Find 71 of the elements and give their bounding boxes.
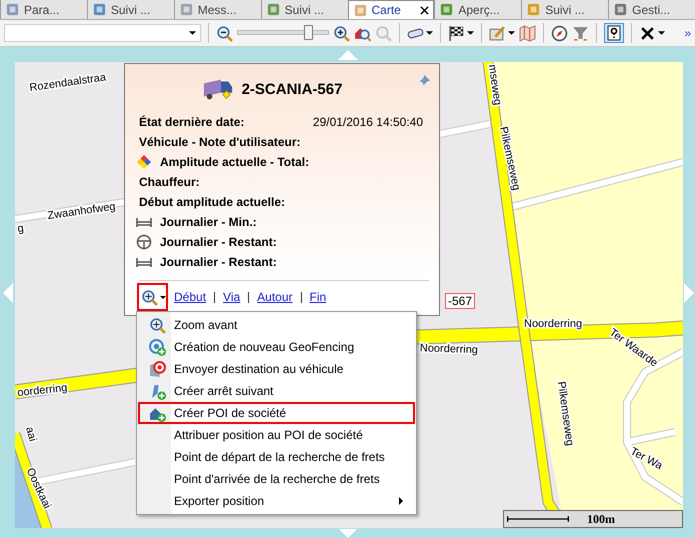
tab[interactable]: Carte xyxy=(348,0,434,19)
street-label: Noorderring xyxy=(420,342,478,356)
route-link[interactable]: Autour xyxy=(257,290,293,304)
vehicle-label[interactable]: -567 xyxy=(445,293,476,309)
menu-item[interactable]: Envoyer destination au véhicule xyxy=(138,358,415,380)
route-link[interactable]: Via xyxy=(223,290,240,304)
field-label: Début amplitude actuelle: xyxy=(139,195,286,209)
street-label: g xyxy=(16,222,24,236)
menu-item[interactable]: Création de nouveau GeoFencing xyxy=(138,336,415,358)
street-label: mseweg xyxy=(486,64,504,106)
field-label: Journalier - Min.: xyxy=(160,215,257,229)
funnel-icon[interactable] xyxy=(572,24,589,42)
caret-icon[interactable] xyxy=(426,31,433,35)
field-label: État dernière date: xyxy=(139,115,244,129)
zoom-dropdown-button[interactable] xyxy=(137,283,168,311)
vehicle-title: 2-SCANIA-567 xyxy=(242,80,342,98)
zoom-out-icon[interactable] xyxy=(216,24,233,42)
zoom-icon xyxy=(141,288,158,306)
field-label: Véhicule - Note d'utilisateur: xyxy=(139,135,301,149)
help-icon xyxy=(606,25,622,41)
field-value: 29/01/2016 14:50:40 xyxy=(312,115,423,129)
street-label: oorderring xyxy=(16,382,68,400)
menu-item[interactable]: Créer arrêt suivant xyxy=(138,380,415,402)
target-plus-icon xyxy=(148,338,166,356)
menu-item[interactable]: Exporter position xyxy=(138,490,415,512)
field-label: Journalier - Restant: xyxy=(160,235,277,249)
tab[interactable]: Gesti... xyxy=(608,0,695,19)
scale-label: 100m xyxy=(587,512,615,526)
street-label: aai xyxy=(23,426,39,443)
checkered-flag-icon[interactable] xyxy=(448,24,465,42)
tab[interactable]: Mess... xyxy=(174,0,261,19)
menu-item[interactable]: Point d'arrivée de la recherche de frets xyxy=(138,468,415,490)
submenu-arrow-icon xyxy=(399,497,403,505)
street-label: Ter Wa xyxy=(628,445,664,472)
zoom-slider[interactable] xyxy=(237,23,329,43)
street-label: Rozendaalstraa xyxy=(28,72,107,94)
field-label: Journalier - Restant: xyxy=(160,255,277,269)
close-icon[interactable] xyxy=(639,24,656,42)
close-icon[interactable] xyxy=(420,6,430,14)
route-link[interactable]: Début xyxy=(174,290,206,304)
caret-icon xyxy=(189,31,196,35)
overflow-button[interactable]: » xyxy=(684,26,691,40)
street-label: Zwaanhofweg xyxy=(46,200,116,222)
truck-icon xyxy=(202,77,234,101)
caret-icon[interactable] xyxy=(508,31,515,35)
street-label: Pilkemseweg xyxy=(554,380,576,447)
edit-icon[interactable] xyxy=(489,24,506,42)
diamond-icon xyxy=(136,154,152,170)
caret-icon xyxy=(160,296,166,298)
help-toggle[interactable] xyxy=(604,23,624,43)
scale-line-icon xyxy=(507,515,569,523)
menu-item[interactable]: Point de départ de la recherche de frets xyxy=(138,446,415,468)
zoom-in-icon[interactable] xyxy=(333,24,350,42)
caret-icon[interactable] xyxy=(658,31,665,35)
menu-item[interactable]: Créer POI de société xyxy=(138,402,415,424)
menu-item[interactable]: Attribuer position au POI de société xyxy=(138,424,415,446)
field-label: Amplitude actuelle - Total: xyxy=(160,155,310,169)
tab[interactable]: Suivi ... xyxy=(260,0,348,19)
caret-icon[interactable] xyxy=(467,31,474,35)
field-label: Chauffeur: xyxy=(139,175,200,189)
steering-wheel-icon xyxy=(136,234,152,250)
slider-thumb[interactable] xyxy=(304,25,314,40)
tab[interactable]: Suivi ... xyxy=(86,0,174,19)
tab[interactable]: Para... xyxy=(0,0,87,19)
compass-icon[interactable] xyxy=(551,24,568,42)
tab[interactable]: Suivi ... xyxy=(521,0,608,19)
map-target-icon xyxy=(148,360,166,378)
zoom-icon xyxy=(148,316,166,334)
route-link[interactable]: Fin xyxy=(310,290,326,304)
tab[interactable]: Aperç... xyxy=(434,0,522,19)
menu-item[interactable]: Zoom avant xyxy=(138,314,415,336)
